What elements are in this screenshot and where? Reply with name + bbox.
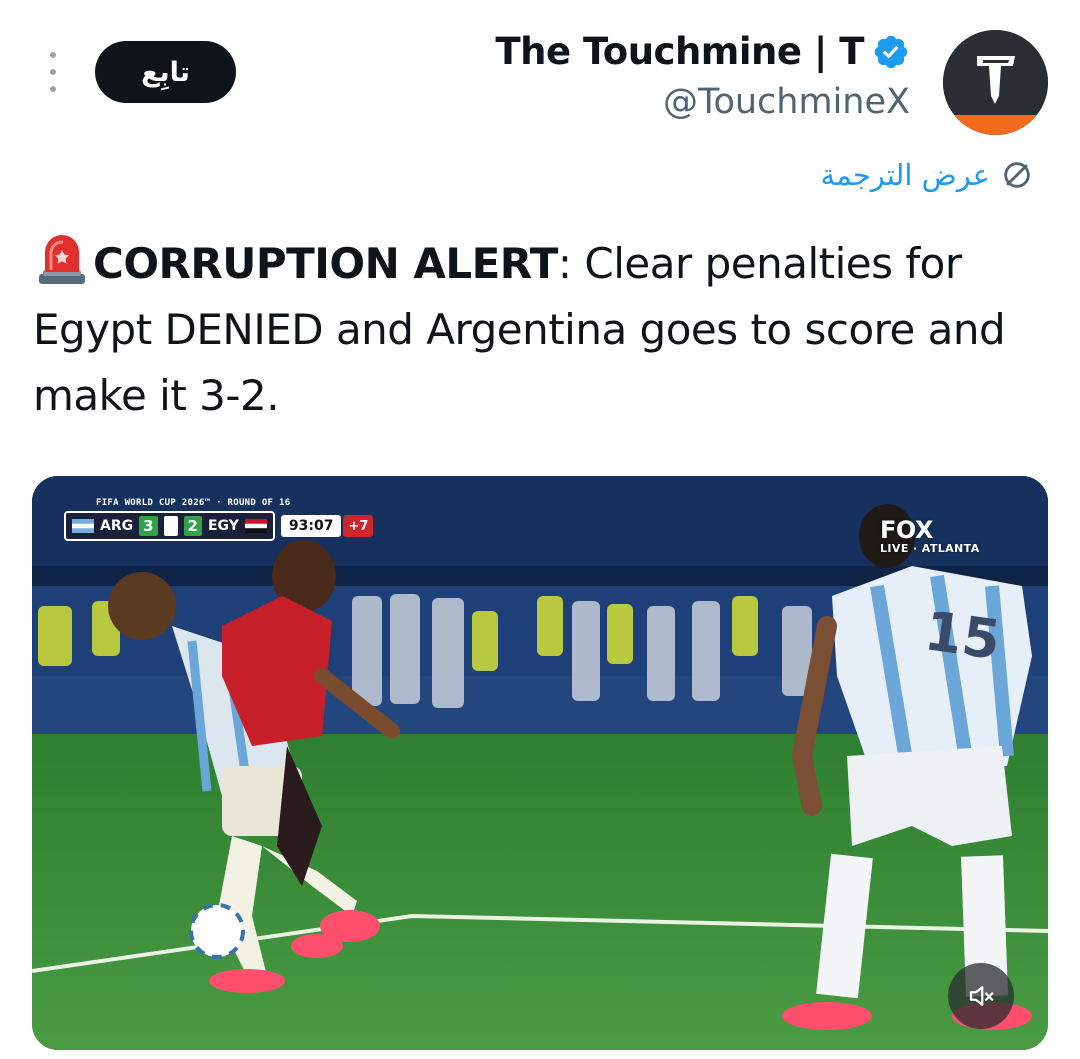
rotating-light-emoji-icon xyxy=(39,235,85,284)
score-home: 3 xyxy=(139,516,158,536)
more-options-icon[interactable] xyxy=(42,52,64,92)
scoreboard: ARG 3 2 EGY 93:07 +7 xyxy=(64,511,374,541)
tournament-label: FIFA WORLD CUP 2026™ · ROUND OF 16 xyxy=(96,498,291,508)
egypt-flag-icon xyxy=(244,519,267,533)
mute-button[interactable] xyxy=(948,963,1014,1029)
tweet-text: CORRUPTION ALERT: Clear penalties for Eg… xyxy=(33,230,1053,429)
broadcaster-channel: FOX xyxy=(880,516,933,544)
broadcaster-logo: FOX LIVE · ATLANTA xyxy=(880,516,980,555)
video-frame xyxy=(32,476,1048,1050)
match-clock: 93:07 xyxy=(280,515,342,537)
speaker-muted-icon xyxy=(969,986,994,1006)
argentina-flag-icon xyxy=(72,519,94,533)
team-away: EGY xyxy=(207,518,239,534)
broadcaster-subtitle: LIVE · ATLANTA xyxy=(880,542,980,555)
scoreboard-teams: ARG 3 2 EGY xyxy=(64,511,275,541)
account-name[interactable]: The Touchmine | T xyxy=(495,30,864,73)
team-home: ARG xyxy=(100,518,134,534)
account-handle[interactable]: @TouchmineX xyxy=(663,82,910,122)
dot xyxy=(50,69,56,75)
translate-label: عرض الترجمة xyxy=(820,158,990,192)
video-player[interactable]: FIFA WORLD CUP 2026™ · ROUND OF 16 ARG 3… xyxy=(32,476,1048,1050)
dot xyxy=(50,52,56,58)
avatar-stripe xyxy=(943,115,1048,135)
verified-badge-icon xyxy=(874,35,908,68)
score-divider xyxy=(163,516,178,536)
avatar[interactable] xyxy=(943,30,1048,135)
alert-headline: CORRUPTION ALERT xyxy=(93,239,558,288)
score-away: 2 xyxy=(183,516,202,536)
player-shirt-number: 15 xyxy=(920,599,1005,672)
translate-link[interactable]: عرض الترجمة xyxy=(821,158,1034,192)
translate-globe-icon xyxy=(1004,162,1030,188)
follow-button[interactable]: تابِع xyxy=(95,41,236,103)
account-name-row[interactable]: The Touchmine | T xyxy=(495,30,910,73)
dot xyxy=(50,86,56,92)
added-time: +7 xyxy=(343,515,374,537)
